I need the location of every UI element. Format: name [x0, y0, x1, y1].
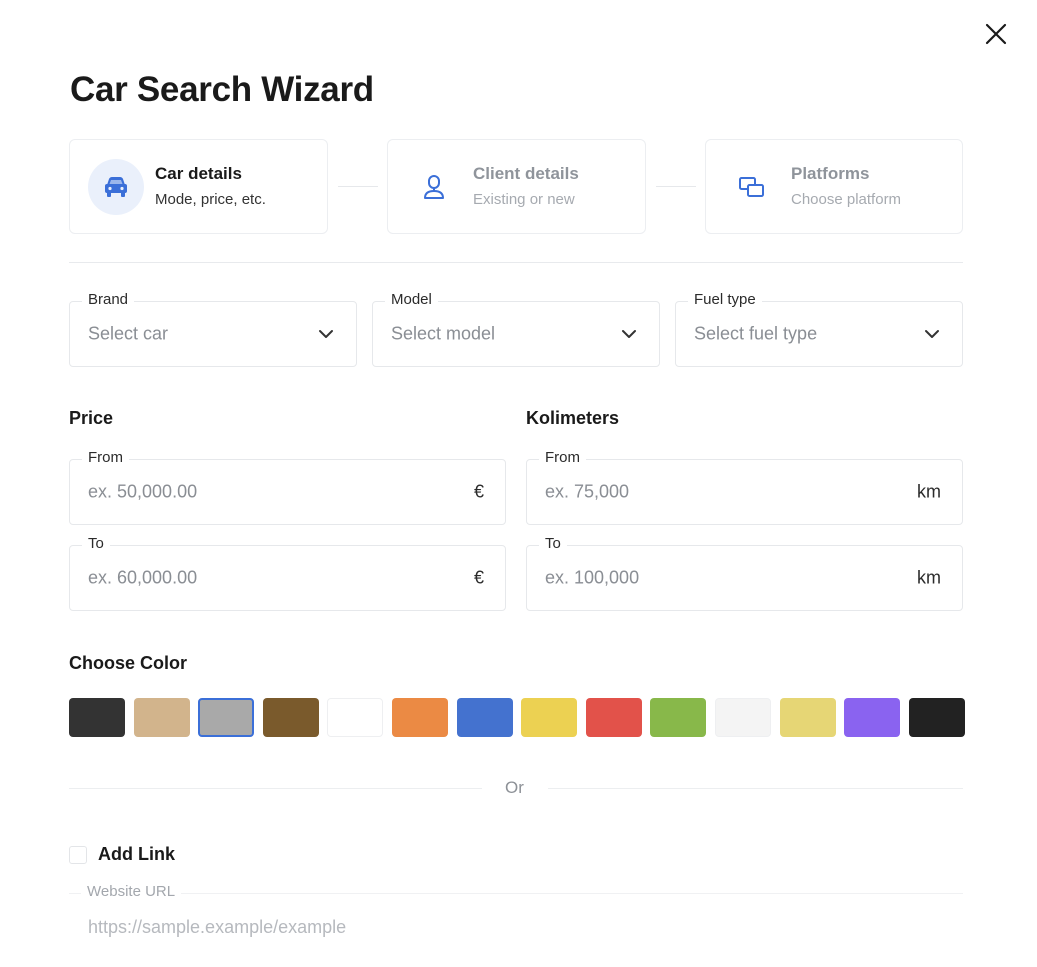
- section-divider: [69, 262, 963, 263]
- color-swatch[interactable]: [263, 698, 319, 737]
- field-label: From: [539, 449, 586, 466]
- close-button[interactable]: [982, 20, 1010, 48]
- field-label: To: [82, 535, 110, 552]
- field-placeholder: Select fuel type: [694, 323, 818, 344]
- step-subtitle: Existing or new: [473, 191, 575, 208]
- close-icon: [985, 23, 1007, 45]
- color-swatch[interactable]: [521, 698, 577, 737]
- step-platforms[interactable]: Platforms Choose platform: [705, 139, 963, 234]
- distance-unit: km: [917, 481, 941, 502]
- color-swatch[interactable]: [909, 698, 965, 737]
- color-swatch[interactable]: [392, 698, 448, 737]
- chevron-down-icon: [622, 330, 636, 338]
- separator-line: [548, 788, 963, 789]
- step-title: Client details: [473, 164, 579, 183]
- color-swatch[interactable]: [457, 698, 513, 737]
- field-placeholder: ex. 100,000: [545, 567, 640, 588]
- field-placeholder: Select model: [391, 323, 496, 344]
- field-placeholder: https://sample.example/example: [88, 917, 347, 937]
- page-title: Car Search Wizard: [70, 70, 374, 109]
- separator-text: Or: [505, 778, 524, 797]
- fuel-type-select[interactable]: Fuel type Select fuel type: [675, 291, 963, 367]
- km-to-input[interactable]: To ex. 100,000 km: [526, 535, 963, 611]
- color-swatch[interactable]: [198, 698, 254, 737]
- step-subtitle: Choose platform: [791, 191, 902, 208]
- car-icon: [88, 159, 144, 215]
- field-placeholder: ex. 75,000: [545, 481, 630, 502]
- field-placeholder: ex. 50,000.00: [88, 481, 198, 502]
- color-swatch[interactable]: [780, 698, 836, 737]
- field-label: Brand: [82, 291, 135, 308]
- kilometers-heading: Kolimeters: [526, 408, 620, 428]
- price-to-input[interactable]: To ex. 60,000.00 €: [69, 535, 506, 611]
- color-swatch[interactable]: [134, 698, 190, 737]
- field-label: To: [539, 535, 567, 552]
- field-placeholder: Select car: [88, 323, 169, 344]
- color-heading: Choose Color: [69, 653, 188, 673]
- chevron-down-icon: [925, 330, 939, 338]
- add-link-label[interactable]: Add Link: [98, 844, 175, 865]
- field-label: Model: [385, 291, 438, 308]
- price-from-input[interactable]: From ex. 50,000.00 €: [69, 449, 506, 525]
- step-title: Platforms: [791, 164, 870, 183]
- model-select[interactable]: Model Select model: [372, 291, 660, 367]
- color-swatch[interactable]: [327, 698, 383, 737]
- color-swatch[interactable]: [586, 698, 642, 737]
- chevron-down-icon: [319, 330, 333, 338]
- step-client-details[interactable]: Client details Existing or new: [387, 139, 646, 234]
- field-label: From: [82, 449, 129, 466]
- field-label: Fuel type: [688, 291, 762, 308]
- brand-select[interactable]: Brand Select car: [69, 291, 357, 367]
- distance-unit: km: [917, 567, 941, 588]
- step-car-details[interactable]: Car details Mode, price, etc.: [69, 139, 328, 234]
- color-swatch[interactable]: [69, 698, 125, 737]
- currency-unit: €: [473, 481, 484, 502]
- separator-line: [69, 788, 482, 789]
- step-subtitle: Mode, price, etc.: [155, 191, 266, 208]
- km-from-input[interactable]: From ex. 75,000 km: [526, 449, 963, 525]
- step-connector: [338, 186, 378, 187]
- user-icon: [406, 159, 462, 215]
- currency-unit: €: [473, 567, 484, 588]
- field-label: Website URL: [81, 883, 182, 900]
- field-placeholder: ex. 60,000.00: [88, 567, 198, 588]
- step-connector: [656, 186, 696, 187]
- add-link-checkbox[interactable]: [69, 846, 87, 864]
- platforms-icon: [724, 159, 780, 215]
- step-title: Car details: [155, 164, 242, 183]
- color-swatch[interactable]: [715, 698, 771, 737]
- color-swatch[interactable]: [844, 698, 900, 737]
- color-swatch[interactable]: [650, 698, 706, 737]
- website-url-input[interactable]: Website URL https://sample.example/examp…: [69, 883, 963, 967]
- price-heading: Price: [69, 408, 114, 428]
